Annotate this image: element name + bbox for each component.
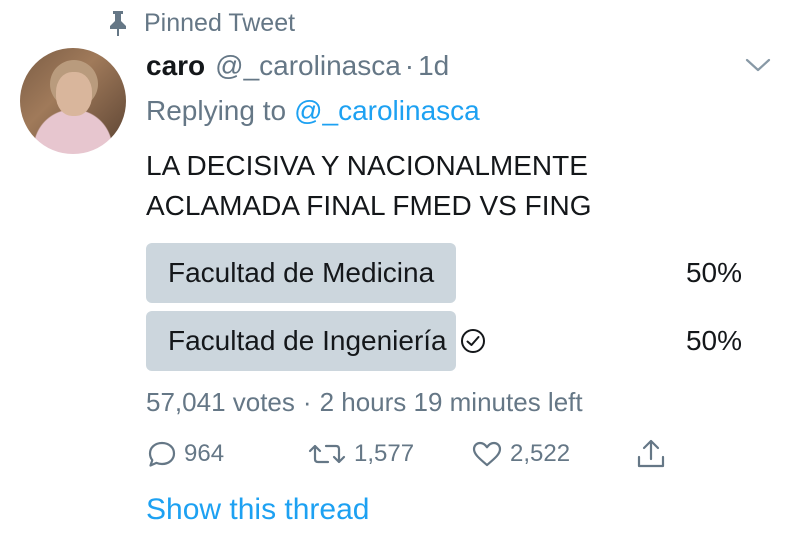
author-handle[interactable]: @_carolinasca <box>215 50 401 82</box>
reply-icon <box>148 441 176 467</box>
reply-count: 964 <box>184 440 225 467</box>
poll-time-left: 2 hours 19 minutes left <box>319 386 583 417</box>
poll-meta: 57,041 votes · 2 hours 19 minutes left <box>146 384 583 420</box>
pin-icon <box>100 8 136 38</box>
poll-option-percent: 50% <box>685 325 742 356</box>
retweet-icon <box>308 444 346 464</box>
replying-prefix: Replying to <box>146 95 287 126</box>
header-separator: · <box>404 50 415 81</box>
share-button[interactable] <box>634 434 674 474</box>
poll-option-ingenieria: Facultad de Ingeniería 50% <box>146 311 766 371</box>
reply-button[interactable]: 964 <box>146 434 224 474</box>
replying-to-link[interactable]: @_carolinasca <box>294 95 480 127</box>
tweet-text: LA DECISIVA Y NACIONALMENTE ACLAMADA FIN… <box>146 146 766 226</box>
show-thread-link[interactable]: Show this thread <box>146 490 369 530</box>
check-circle-icon <box>459 327 487 355</box>
author-name[interactable]: caro <box>146 50 205 82</box>
tweet-header: caro @_carolinasca · 1d <box>146 46 449 86</box>
pinned-label: Pinned Tweet <box>144 8 296 37</box>
like-button[interactable]: 2,522 <box>470 434 570 474</box>
retweet-count: 1,577 <box>354 440 415 467</box>
tweet-text-line: LA DECISIVA Y NACIONALMENTE <box>146 150 588 181</box>
poll-votes: 57,041 votes <box>146 386 295 417</box>
share-icon <box>637 439 665 468</box>
poll-option-label: Facultad de Medicina <box>168 257 435 288</box>
tweet-text-line: ACLAMADA FINAL FMED VS FING <box>146 190 592 221</box>
poll-option-medicina: Facultad de Medicina 50% <box>146 243 766 303</box>
avatar[interactable] <box>20 48 126 154</box>
tweet-timestamp[interactable]: 1d <box>418 50 449 82</box>
poll-option-percent: 50% <box>685 257 742 288</box>
retweet-button[interactable]: 1,577 <box>306 434 414 474</box>
pinned-tweet-header: Pinned Tweet <box>100 8 295 38</box>
poll-option-label: Facultad de Ingeniería <box>168 311 487 371</box>
like-count: 2,522 <box>510 440 571 467</box>
replying-to: Replying to @_carolinasca <box>146 92 480 130</box>
heart-icon <box>472 441 502 467</box>
chevron-down-icon[interactable] <box>743 53 773 77</box>
tweet-actions: 964 1,577 2,522 <box>146 434 686 474</box>
poll-meta-separator: · <box>302 386 312 417</box>
